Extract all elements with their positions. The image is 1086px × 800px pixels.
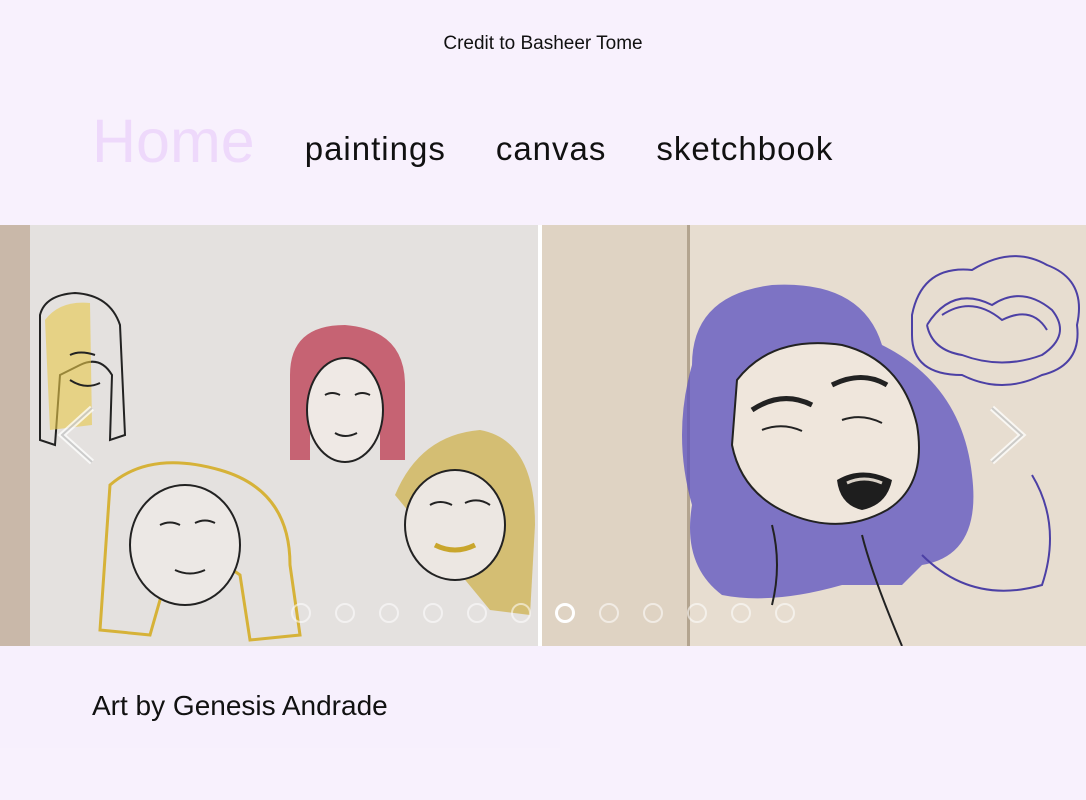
chevron-left-icon bbox=[57, 405, 95, 465]
chevron-right-icon bbox=[989, 405, 1027, 465]
carousel-dot-1[interactable] bbox=[291, 603, 311, 623]
carousel-next-button[interactable] bbox=[982, 400, 1032, 470]
carousel-dot-12[interactable] bbox=[775, 603, 795, 623]
image-carousel bbox=[0, 225, 1086, 646]
carousel-dot-8[interactable] bbox=[599, 603, 619, 623]
carousel-dot-10[interactable] bbox=[687, 603, 707, 623]
credit-text: Credit to Basheer Tome bbox=[443, 33, 643, 54]
carousel-dot-4[interactable] bbox=[423, 603, 443, 623]
carousel-prev-button[interactable] bbox=[52, 400, 102, 470]
carousel-dot-11[interactable] bbox=[731, 603, 751, 623]
nav-link-canvas[interactable]: canvas bbox=[496, 132, 607, 172]
nav-link-paintings[interactable]: paintings bbox=[305, 132, 446, 172]
nav-home-link[interactable]: Home bbox=[92, 111, 255, 172]
carousel-dot-6[interactable] bbox=[511, 603, 531, 623]
carousel-dot-7[interactable] bbox=[555, 603, 575, 623]
carousel-dot-5[interactable] bbox=[467, 603, 487, 623]
carousel-pagination bbox=[291, 603, 819, 623]
nav-link-sketchbook[interactable]: sketchbook bbox=[656, 132, 833, 172]
carousel-dot-3[interactable] bbox=[379, 603, 399, 623]
footer-credit-text: Art by Genesis Andrade bbox=[92, 690, 388, 721]
carousel-dot-2[interactable] bbox=[335, 603, 355, 623]
main-nav: Home paintings canvas sketchbook bbox=[92, 102, 883, 172]
carousel-dot-9[interactable] bbox=[643, 603, 663, 623]
